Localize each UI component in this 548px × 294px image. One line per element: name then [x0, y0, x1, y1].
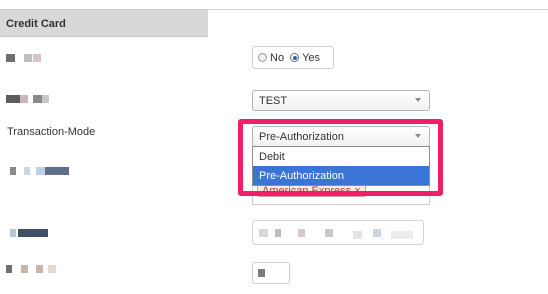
obscured-label: [6, 167, 76, 175]
yes-radio-icon[interactable]: [290, 53, 300, 62]
obscured-label: [6, 265, 66, 273]
transaction-mode-label: Transaction-Mode: [7, 126, 96, 138]
no-radio-label[interactable]: No: [270, 52, 284, 64]
header-divider: [208, 9, 548, 10]
test-select[interactable]: TEST: [252, 90, 430, 111]
chevron-down-icon: [415, 98, 421, 102]
obscured-label: [6, 95, 49, 103]
small-input[interactable]: [252, 262, 290, 284]
section-title: Credit Card: [6, 18, 66, 30]
section-header: Credit Card: [0, 9, 208, 37]
highlight-annotation: [238, 119, 443, 196]
obscured-label: [6, 229, 48, 237]
yes-radio-label[interactable]: Yes: [302, 52, 320, 64]
obscured-input[interactable]: [252, 220, 424, 245]
obscured-label: [6, 54, 46, 62]
yes-no-toggle: No Yes: [252, 46, 334, 69]
no-radio-icon[interactable]: [258, 53, 267, 62]
test-select-value: TEST: [259, 95, 288, 107]
payment-settings-panel: Credit Card No Yes TEST Transaction-Mode…: [0, 0, 548, 294]
